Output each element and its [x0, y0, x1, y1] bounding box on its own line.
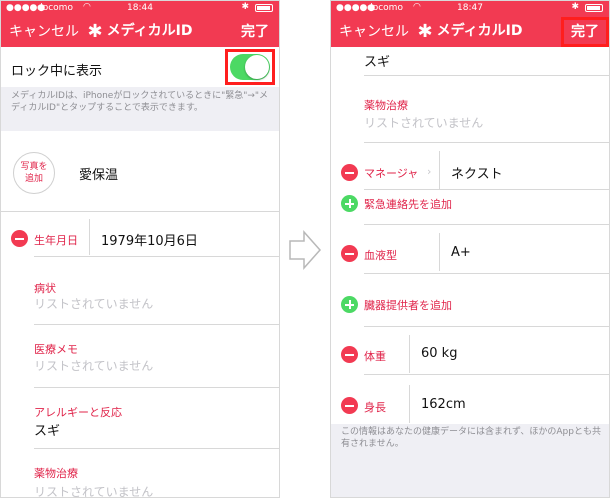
remove-weight-icon[interactable] [341, 346, 358, 363]
footer-note-box: この情報はあなたの健康データには含まれず、ほかのAppとも共有されません。 [331, 424, 609, 497]
medications-label: 薬物治療 [364, 99, 408, 112]
weight-value[interactable]: 60 kg [421, 346, 457, 361]
divider [409, 335, 410, 373]
battery-icon [255, 4, 273, 12]
add-emergency-contact-button[interactable]: 緊急連絡先を追加 [364, 196, 452, 212]
height-value[interactable]: 162cm [421, 397, 466, 412]
nav-bar: ●●●●● docomo ◠ 18:44 ✱ キャンセル ✱ メディカルID 完了 [1, 1, 279, 47]
divider [1, 211, 279, 212]
left-screen: ●●●●● docomo ◠ 18:44 ✱ キャンセル ✱ メディカルID 完了… [0, 0, 280, 498]
photo-label-1: 写真を [20, 162, 48, 172]
asterisk-icon: ✱ [87, 21, 103, 42]
add-organ-donor-icon[interactable] [341, 296, 358, 313]
form-content: スギ 薬物治療 リストされていません マネージャ › ネクスト 緊急連絡先を追加… [331, 47, 609, 497]
name-value[interactable]: 愛保温 [79, 164, 118, 183]
status-time: 18:44 [127, 3, 153, 13]
status-bar: ●●●●● docomo ◠ 18:44 ✱ [1, 1, 279, 15]
birthday-value[interactable]: 1979年10月6日 [101, 230, 198, 249]
blood-type-label: 血液型 [364, 249, 397, 262]
page-title-text: メディカルID [436, 23, 523, 39]
done-highlight [561, 17, 609, 47]
height-label: 身長 [364, 401, 386, 414]
footer-note: この情報はあなたの健康データには含まれず、ほかのAppとも共有されません。 [341, 427, 601, 449]
add-emergency-contact-icon[interactable] [341, 195, 358, 212]
divider [34, 448, 279, 449]
bluetooth-icon: ✱ [571, 2, 579, 12]
arrow-right-icon [289, 230, 322, 270]
blood-type-value[interactable]: A+ [451, 245, 471, 260]
divider [34, 324, 279, 325]
status-time: 18:47 [457, 3, 483, 13]
condition-value[interactable]: リストされていません [34, 295, 153, 312]
condition-label: 病状 [34, 282, 56, 295]
divider [439, 233, 440, 271]
divider [364, 142, 609, 143]
divider [439, 151, 440, 189]
remove-birthday-icon[interactable] [11, 230, 28, 247]
remove-height-icon[interactable] [341, 397, 358, 414]
medical-notes-value[interactable]: リストされていません [34, 357, 153, 374]
divider [364, 75, 609, 76]
lock-label: ロック中に表示 [11, 64, 103, 79]
right-screen: ●●●●● docomo ◠ 18:47 ✱ キャンセル ✱ メディカルID 完了… [330, 0, 610, 498]
divider [89, 219, 90, 255]
weight-label: 体重 [364, 350, 386, 363]
medications-value[interactable]: リストされていません [34, 483, 153, 497]
divider [364, 374, 609, 375]
divider [409, 385, 410, 423]
remove-contact-icon[interactable] [341, 164, 358, 181]
page-title: ✱ メディカルID [1, 20, 279, 42]
toggle-highlight [225, 49, 275, 85]
allergy-value[interactable]: スギ [364, 51, 390, 70]
contact-name[interactable]: ネクスト [451, 163, 503, 182]
allergy-label: アレルギーと反応 [34, 406, 122, 419]
chevron-right-icon[interactable]: › [427, 165, 431, 178]
medications-label: 薬物治療 [34, 467, 78, 480]
lock-note-box: メディカルIDは、iPhoneがロックされているときに"緊急"→"メディカルID… [1, 87, 279, 131]
remove-blood-type-icon[interactable] [341, 245, 358, 262]
bluetooth-icon: ✱ [241, 2, 249, 12]
form-content: ロック中に表示 メディカルIDは、iPhoneがロックされているときに"緊急"→… [1, 47, 279, 497]
page-title-text: メディカルID [106, 23, 193, 39]
medical-notes-label: 医療メモ [34, 343, 78, 356]
divider [364, 326, 609, 327]
add-photo-button[interactable]: 写真を 追加 [13, 152, 55, 194]
divider [364, 189, 609, 190]
done-button[interactable]: 完了 [241, 21, 269, 41]
birthday-label: 生年月日 [34, 234, 78, 247]
battery-icon [585, 4, 603, 12]
status-bar: ●●●●● docomo ◠ 18:47 ✱ [331, 1, 609, 15]
photo-label-2: 追加 [24, 174, 43, 184]
divider [34, 387, 279, 388]
divider [364, 273, 609, 274]
contact-relationship[interactable]: マネージャ [364, 165, 418, 181]
allergy-value[interactable]: スギ [34, 420, 60, 439]
add-organ-donor-button[interactable]: 臓器提供者を追加 [364, 297, 452, 313]
medications-value[interactable]: リストされていません [364, 114, 483, 131]
divider [364, 224, 609, 225]
nav-bar: ●●●●● docomo ◠ 18:47 ✱ キャンセル ✱ メディカルID 完了 [331, 1, 609, 47]
lock-note: メディカルIDは、iPhoneがロックされているときに"緊急"→"メディカルID… [11, 91, 269, 113]
divider [34, 256, 279, 257]
asterisk-icon: ✱ [417, 21, 433, 42]
